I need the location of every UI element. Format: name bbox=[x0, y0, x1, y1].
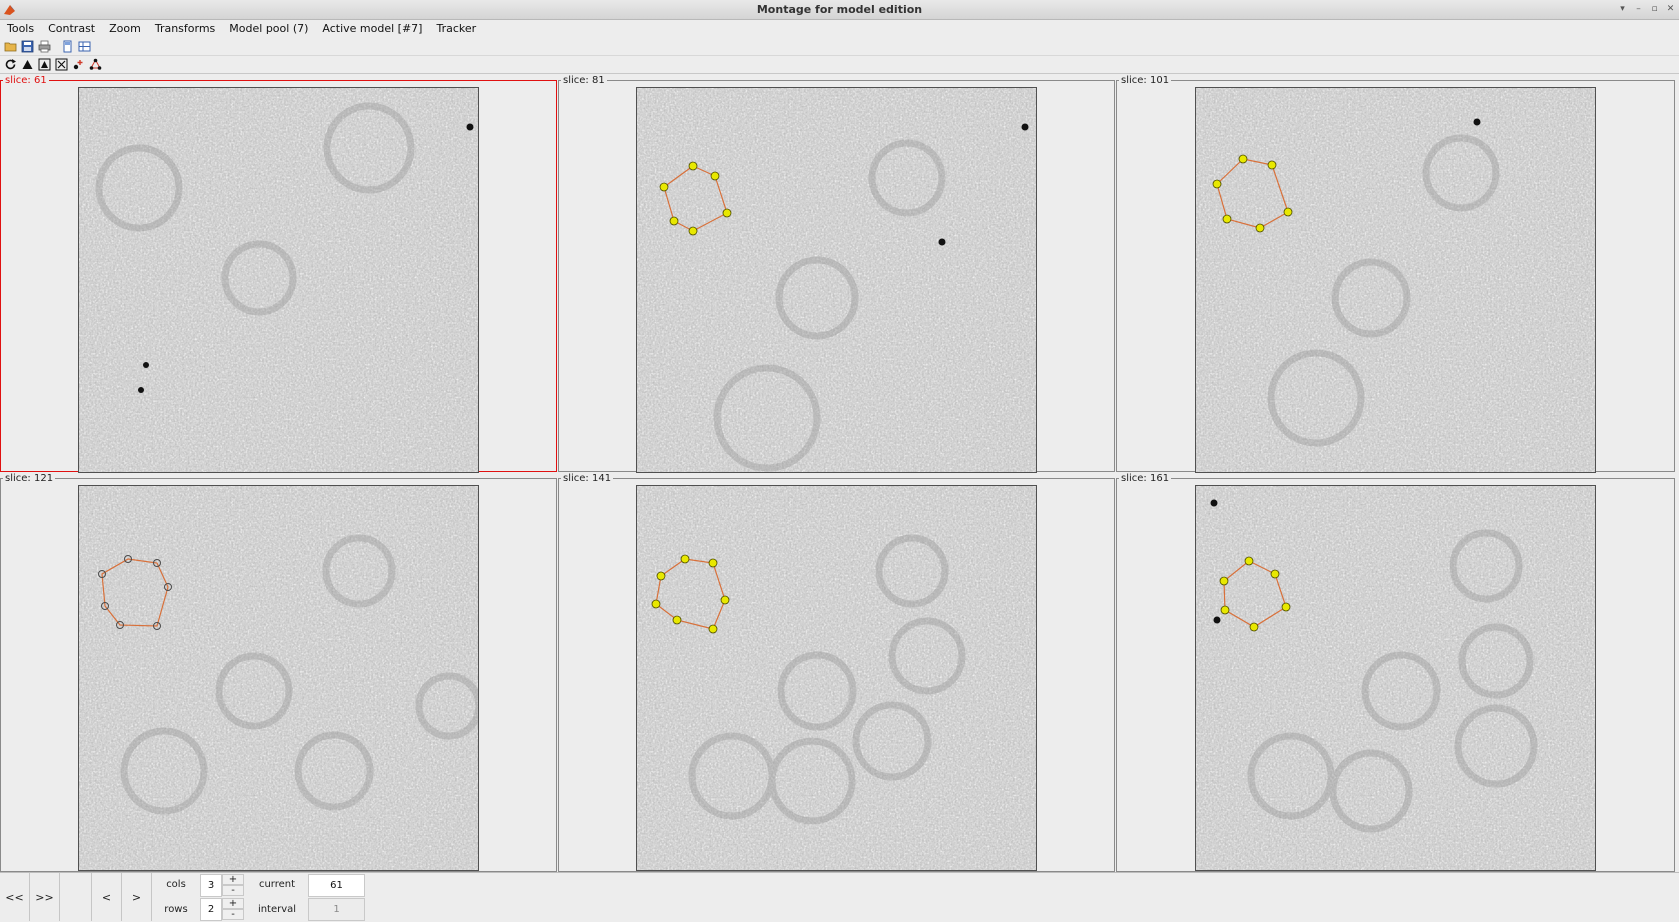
single-view-icon[interactable] bbox=[60, 39, 75, 54]
previous-slice-button[interactable]: < bbox=[92, 873, 122, 921]
rows-decrement-button[interactable]: - bbox=[222, 909, 244, 920]
current-label: current bbox=[258, 879, 296, 890]
navigation-bar: << >> < > cols 3 + - rows 2 + - current … bbox=[0, 872, 1679, 921]
cols-field[interactable]: 3 bbox=[200, 874, 222, 897]
window-controls: ▾ – ▫ ✕ bbox=[1616, 3, 1677, 16]
montage-grid: slice: 61 slice: 81 slice: 101 slice: 12… bbox=[0, 75, 1679, 872]
slice-features bbox=[659, 123, 1029, 472]
tomogram-slice-image[interactable] bbox=[636, 87, 1037, 473]
file-toolbar bbox=[0, 38, 1679, 56]
save-icon[interactable] bbox=[20, 39, 35, 54]
menu-tools[interactable]: Tools bbox=[0, 20, 41, 38]
slice-label: slice: 161 bbox=[1119, 473, 1172, 484]
slice-features bbox=[95, 102, 474, 393]
menu-model-pool[interactable]: Model pool (7) bbox=[222, 20, 315, 38]
slice-panel[interactable]: slice: 141 bbox=[558, 473, 1115, 872]
model-contour bbox=[655, 558, 726, 630]
fit-icon[interactable] bbox=[54, 57, 69, 72]
interval-field: 1 bbox=[308, 898, 365, 921]
grid-view-icon[interactable] bbox=[77, 39, 92, 54]
cols-decrement-button[interactable]: - bbox=[222, 885, 244, 896]
menu-contrast[interactable]: Contrast bbox=[41, 20, 102, 38]
menu-tracker[interactable]: Tracker bbox=[429, 20, 483, 38]
next-slice-button[interactable]: > bbox=[122, 873, 152, 921]
close-button[interactable]: ✕ bbox=[1664, 3, 1677, 16]
point-network-icon[interactable] bbox=[88, 57, 103, 72]
model-contour bbox=[101, 558, 169, 627]
slice-features bbox=[1212, 118, 1500, 447]
rows-label: rows bbox=[164, 904, 188, 915]
rows-increment-button[interactable]: + bbox=[222, 898, 244, 909]
tomogram-slice-image[interactable] bbox=[636, 485, 1037, 871]
refresh-icon[interactable] bbox=[3, 57, 18, 72]
window-title: Montage for model edition bbox=[756, 3, 923, 16]
triangle-box-icon[interactable] bbox=[37, 57, 52, 72]
tomogram-slice-image[interactable] bbox=[1195, 87, 1596, 473]
first-slice-button[interactable]: << bbox=[0, 873, 30, 921]
menu-bar: Tools Contrast Zoom Transforms Model poo… bbox=[0, 20, 1679, 38]
menu-transforms[interactable]: Transforms bbox=[148, 20, 222, 38]
menu-zoom[interactable]: Zoom bbox=[102, 20, 148, 38]
spacer bbox=[60, 873, 92, 921]
slice-label: slice: 81 bbox=[561, 75, 607, 86]
rows-field[interactable]: 2 bbox=[200, 898, 222, 921]
slice-label: slice: 101 bbox=[1119, 75, 1172, 86]
menu-active-model[interactable]: Active model [#7] bbox=[315, 20, 429, 38]
slice-features bbox=[1210, 499, 1538, 833]
maximize-button[interactable]: ▫ bbox=[1648, 3, 1661, 16]
cols-label: cols bbox=[166, 879, 186, 890]
slice-label: slice: 61 bbox=[3, 75, 49, 86]
slice-panel[interactable]: slice: 101 bbox=[1116, 75, 1675, 473]
slice-label: slice: 141 bbox=[561, 473, 614, 484]
minimize-button[interactable]: – bbox=[1632, 3, 1645, 16]
tomogram-slice-image[interactable] bbox=[78, 87, 479, 473]
print-icon[interactable] bbox=[37, 39, 52, 54]
slice-label: slice: 121 bbox=[3, 473, 56, 484]
tomogram-slice-image[interactable] bbox=[1195, 485, 1596, 871]
slice-panel[interactable]: slice: 161 bbox=[1116, 473, 1675, 872]
slice-panel[interactable]: slice: 61 bbox=[0, 75, 557, 473]
window-menu-button[interactable]: ▾ bbox=[1616, 3, 1629, 16]
add-point-icon[interactable] bbox=[71, 57, 86, 72]
current-slice-field[interactable]: 61 bbox=[308, 874, 365, 897]
open-folder-icon[interactable] bbox=[3, 39, 18, 54]
interval-label: interval bbox=[257, 904, 297, 915]
slice-panel[interactable]: slice: 81 bbox=[558, 75, 1115, 473]
cols-increment-button[interactable]: + bbox=[222, 874, 244, 885]
tomogram-slice-image[interactable] bbox=[78, 485, 479, 871]
title-bar: Montage for model edition ▾ – ▫ ✕ bbox=[0, 0, 1679, 20]
model-toolbar bbox=[0, 56, 1679, 74]
slice-features bbox=[98, 534, 478, 815]
last-slice-button[interactable]: >> bbox=[30, 873, 60, 921]
triangle-icon[interactable] bbox=[20, 57, 35, 72]
slice-panel[interactable]: slice: 121 bbox=[0, 473, 557, 872]
slice-features bbox=[651, 534, 966, 825]
